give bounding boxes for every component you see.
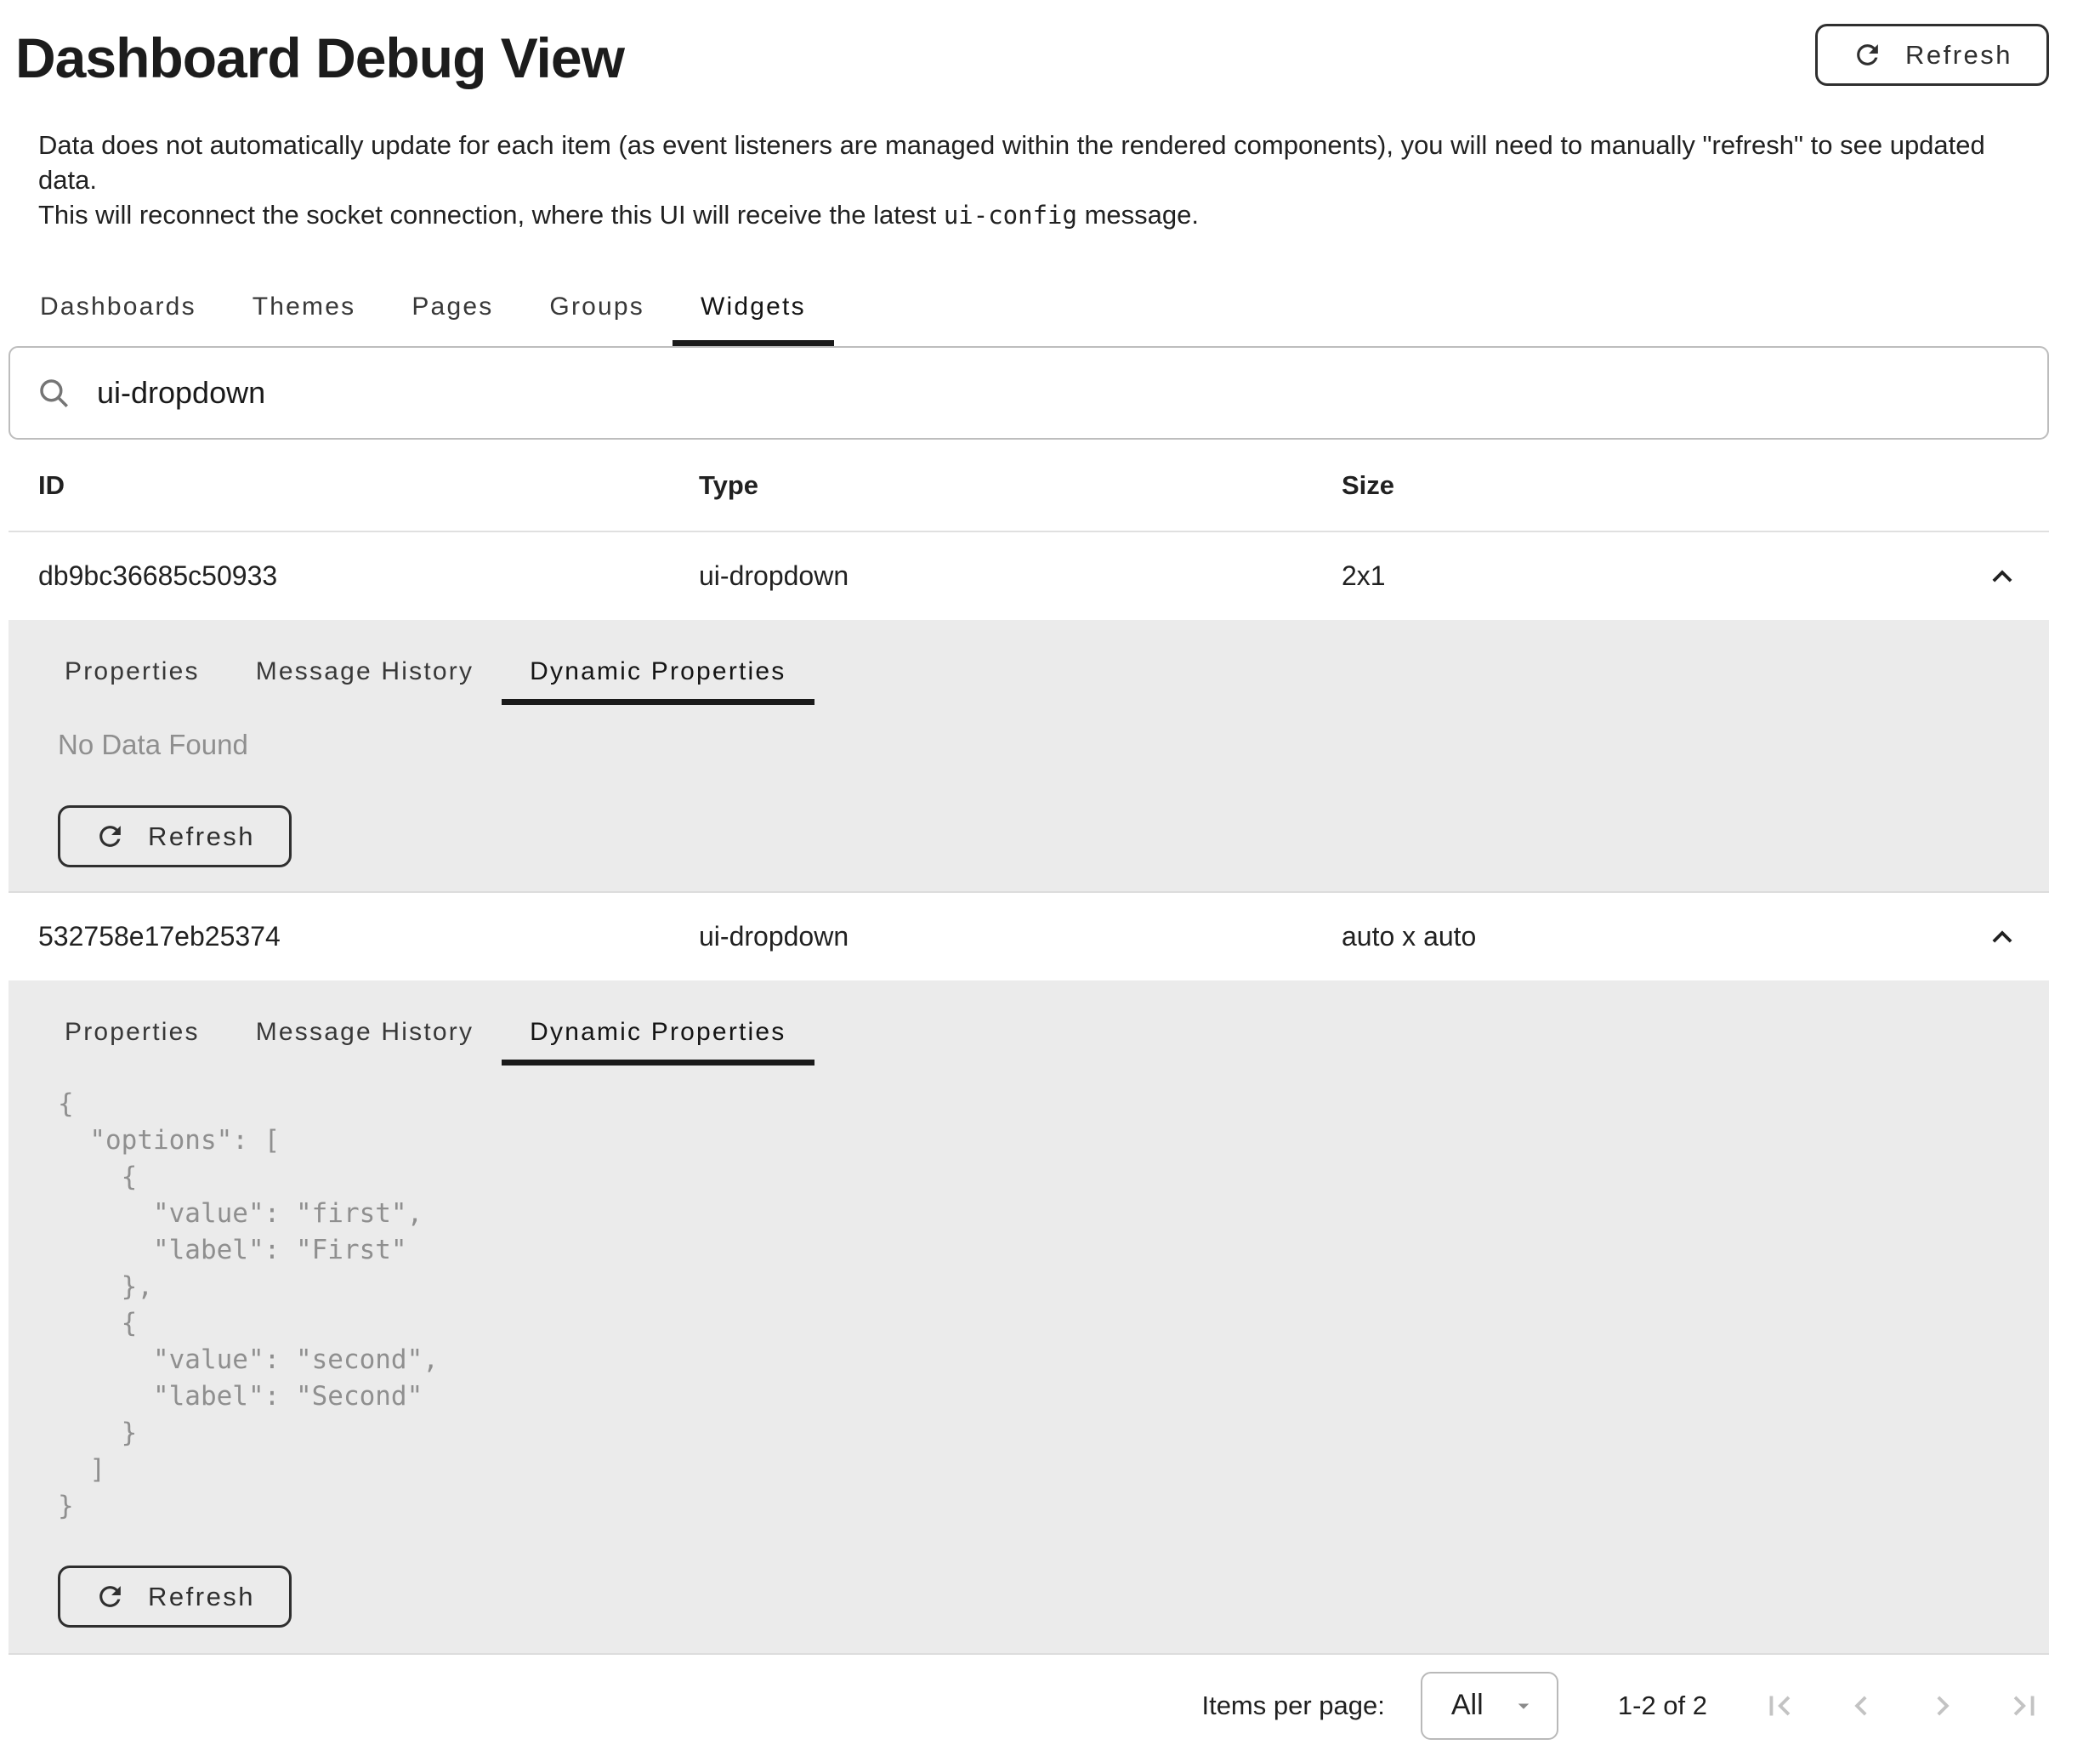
- page-title: Dashboard Debug View: [15, 24, 624, 92]
- tab-pages[interactable]: Pages: [383, 267, 521, 346]
- dropdown-arrow-icon: [1511, 1693, 1536, 1719]
- panel-refresh-button[interactable]: Refresh: [58, 1566, 292, 1628]
- page-range-label: 1-2 of 2: [1618, 1691, 1707, 1721]
- next-page-button[interactable]: [1923, 1686, 1962, 1725]
- panel-refresh-wrap: Refresh: [58, 1566, 2049, 1653]
- panel-tab-bar: Properties Message History Dynamic Prope…: [37, 980, 2049, 1066]
- description: Data does not automatically update for e…: [38, 128, 2049, 233]
- description-line-2: This will reconnect the socket connectio…: [38, 197, 2049, 233]
- description-line-2-suffix: message.: [1077, 200, 1199, 230]
- refresh-icon: [94, 1581, 126, 1612]
- panel-refresh-label: Refresh: [148, 821, 255, 852]
- page: Dashboard Debug View Refresh Data does n…: [9, 0, 2049, 1756]
- chevron-up-icon: [1983, 918, 2022, 957]
- column-header-type: Type: [699, 470, 1342, 501]
- main-tab-bar: Dashboards Themes Pages Groups Widgets: [12, 267, 2049, 346]
- tab-dynamic-properties[interactable]: Dynamic Properties: [502, 639, 814, 705]
- tab-dashboards[interactable]: Dashboards: [12, 267, 224, 346]
- description-line-1: Data does not automatically update for e…: [38, 128, 2049, 197]
- search-icon: [36, 375, 71, 411]
- table-row[interactable]: db9bc36685c50933 ui-dropdown 2x1: [9, 532, 2049, 620]
- refresh-button-label: Refresh: [1905, 40, 2012, 71]
- pager-controls: [1760, 1686, 2044, 1725]
- tab-properties[interactable]: Properties: [37, 639, 228, 705]
- search-input[interactable]: [97, 375, 2022, 411]
- search-box: [9, 346, 2049, 440]
- last-page-icon: [2005, 1686, 2044, 1725]
- collapse-row-button[interactable]: [1955, 918, 2049, 957]
- row-type: ui-dropdown: [699, 560, 1342, 592]
- table-row[interactable]: 532758e17eb25374 ui-dropdown auto x auto: [9, 893, 2049, 980]
- refresh-button[interactable]: Refresh: [1815, 24, 2049, 86]
- expansion-panel: Properties Message History Dynamic Prope…: [9, 980, 2049, 1655]
- panel-refresh-wrap: Refresh: [58, 805, 2049, 891]
- items-per-page-label: Items per page:: [1201, 1691, 1384, 1721]
- row-size: 2x1: [1342, 560, 1955, 592]
- refresh-icon: [94, 821, 126, 852]
- items-per-page-value: All: [1451, 1689, 1484, 1722]
- panel-refresh-button[interactable]: Refresh: [58, 805, 292, 867]
- tab-widgets[interactable]: Widgets: [673, 267, 834, 346]
- expansion-panel: Properties Message History Dynamic Prope…: [9, 620, 2049, 893]
- first-page-icon: [1760, 1686, 1799, 1725]
- row-size: auto x auto: [1342, 921, 1955, 952]
- tab-message-history[interactable]: Message History: [228, 999, 502, 1066]
- column-header-size: Size: [1342, 470, 1955, 501]
- refresh-icon: [1852, 39, 1883, 71]
- items-per-page-select[interactable]: All: [1421, 1672, 1558, 1740]
- collapse-row-button[interactable]: [1955, 557, 2049, 596]
- chevron-left-icon: [1842, 1686, 1881, 1725]
- panel-refresh-label: Refresh: [148, 1582, 255, 1612]
- ui-config-code: ui-config: [944, 201, 1077, 230]
- tab-properties[interactable]: Properties: [37, 999, 228, 1066]
- description-line-2-text: This will reconnect the socket connectio…: [38, 200, 944, 230]
- chevron-up-icon: [1983, 557, 2022, 596]
- table-header: ID Type Size: [9, 440, 2049, 532]
- tab-message-history[interactable]: Message History: [228, 639, 502, 705]
- row-id: 532758e17eb25374: [9, 921, 699, 952]
- tab-dynamic-properties[interactable]: Dynamic Properties: [502, 999, 814, 1066]
- tab-themes[interactable]: Themes: [224, 267, 384, 346]
- row-id: db9bc36685c50933: [9, 560, 699, 592]
- column-header-id: ID: [9, 470, 699, 501]
- header: Dashboard Debug View Refresh: [9, 0, 2049, 92]
- dynamic-properties-json: { "options": [ { "value": "first", "labe…: [58, 1086, 2049, 1525]
- previous-page-button[interactable]: [1842, 1686, 1881, 1725]
- row-type: ui-dropdown: [699, 921, 1342, 952]
- tab-groups[interactable]: Groups: [521, 267, 673, 346]
- panel-tab-bar: Properties Message History Dynamic Prope…: [37, 620, 2049, 705]
- last-page-button[interactable]: [2005, 1686, 2044, 1725]
- chevron-right-icon: [1923, 1686, 1962, 1725]
- pagination-footer: Items per page: All 1-2 of 2: [9, 1655, 2049, 1756]
- first-page-button[interactable]: [1760, 1686, 1799, 1725]
- no-data-text: No Data Found: [58, 729, 2049, 761]
